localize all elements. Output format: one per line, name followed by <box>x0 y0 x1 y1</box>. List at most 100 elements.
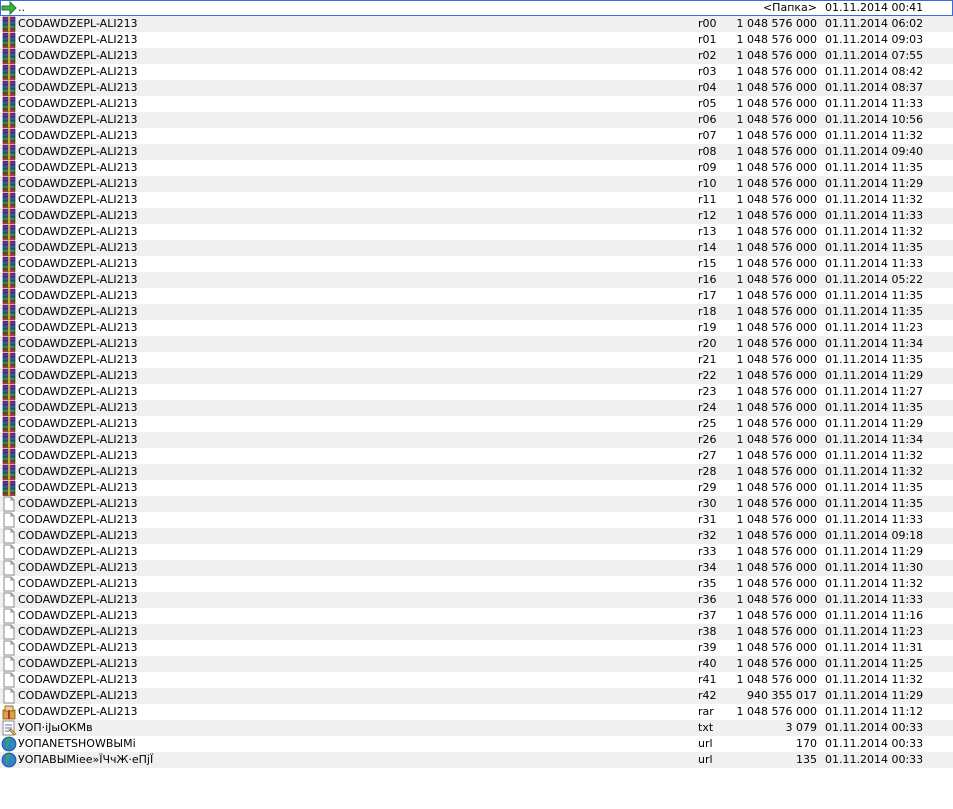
file-extension: rar <box>698 705 714 718</box>
file-row[interactable]: CODAWDZEPL-ALI213 r35 1 048 576 000 01.1… <box>0 576 953 592</box>
file-row[interactable]: CODAWDZEPL-ALI213 r05 1 048 576 000 01.1… <box>0 96 953 112</box>
globe-icon <box>1 736 17 752</box>
blank-file-icon <box>1 528 17 544</box>
file-extension: r07 <box>698 129 717 142</box>
file-date: 01.11.2014 11:35 <box>825 497 924 510</box>
file-list: .. <Папка> 01.11.2014 00:41 CODAWDZEPL-A… <box>0 0 953 768</box>
file-size: 1 048 576 000 <box>736 497 817 510</box>
file-row[interactable]: CODAWDZEPL-ALI213 r25 1 048 576 000 01.1… <box>0 416 953 432</box>
file-row[interactable]: CODAWDZEPL-ALI213 r19 1 048 576 000 01.1… <box>0 320 953 336</box>
file-row[interactable]: CODAWDZEPL-ALI213 r39 1 048 576 000 01.1… <box>0 640 953 656</box>
winrar-archive-icon <box>1 320 17 336</box>
file-extension: r22 <box>698 369 717 382</box>
file-name: CODAWDZEPL-ALI213 <box>18 625 138 638</box>
file-size: 1 048 576 000 <box>736 401 817 414</box>
file-row[interactable]: CODAWDZEPL-ALI213 r00 1 048 576 000 01.1… <box>0 16 953 32</box>
file-name: .. <box>18 1 25 14</box>
file-row[interactable]: CODAWDZEPL-ALI213 r20 1 048 576 000 01.1… <box>0 336 953 352</box>
file-size: 1 048 576 000 <box>736 385 817 398</box>
file-row[interactable]: CODAWDZEPL-ALI213 r41 1 048 576 000 01.1… <box>0 672 953 688</box>
file-name: CODAWDZEPL-ALI213 <box>18 609 138 622</box>
winrar-archive-icon <box>1 240 17 256</box>
file-size: 1 048 576 000 <box>736 225 817 238</box>
file-row[interactable]: CODAWDZEPL-ALI213 r37 1 048 576 000 01.1… <box>0 608 953 624</box>
file-row[interactable]: CODAWDZEPL-ALI213 r10 1 048 576 000 01.1… <box>0 176 953 192</box>
file-row[interactable]: CODAWDZEPL-ALI213 r34 1 048 576 000 01.1… <box>0 560 953 576</box>
winrar-archive-icon <box>1 432 17 448</box>
winrar-archive-icon <box>1 144 17 160</box>
file-row[interactable]: CODAWDZEPL-ALI213 r36 1 048 576 000 01.1… <box>0 592 953 608</box>
file-date: 01.11.2014 11:33 <box>825 513 924 526</box>
file-size: 1 048 576 000 <box>736 625 817 638</box>
file-name: CODAWDZEPL-ALI213 <box>18 49 138 62</box>
file-row[interactable]: CODAWDZEPL-ALI213 r42 940 355 017 01.11.… <box>0 688 953 704</box>
file-size: 1 048 576 000 <box>736 641 817 654</box>
file-extension: r39 <box>698 641 717 654</box>
file-row[interactable]: CODAWDZEPL-ALI213 r17 1 048 576 000 01.1… <box>0 288 953 304</box>
winrar-archive-icon <box>1 464 17 480</box>
file-row[interactable]: CODAWDZEPL-ALI213 r13 1 048 576 000 01.1… <box>0 224 953 240</box>
file-row[interactable]: УОПANETSHOWВЫМі url 170 01.11.2014 00:33 <box>0 736 953 752</box>
file-date: 01.11.2014 11:27 <box>825 385 924 398</box>
file-row[interactable]: CODAWDZEPL-ALI213 r03 1 048 576 000 01.1… <box>0 64 953 80</box>
file-extension: r14 <box>698 241 717 254</box>
file-date: 01.11.2014 00:33 <box>825 753 924 766</box>
file-name: CODAWDZEPL-ALI213 <box>18 177 138 190</box>
file-row[interactable]: CODAWDZEPL-ALI213 r11 1 048 576 000 01.1… <box>0 192 953 208</box>
file-date: 01.11.2014 11:16 <box>825 609 924 622</box>
file-name: CODAWDZEPL-ALI213 <box>18 113 138 126</box>
file-date: 01.11.2014 11:29 <box>825 369 924 382</box>
file-row[interactable]: CODAWDZEPL-ALI213 rar 1 048 576 000 01.1… <box>0 704 953 720</box>
file-date: 01.11.2014 11:12 <box>825 705 924 718</box>
file-date: 01.11.2014 00:41 <box>825 1 924 14</box>
file-row[interactable]: CODAWDZEPL-ALI213 r38 1 048 576 000 01.1… <box>0 624 953 640</box>
file-date: 01.11.2014 06:02 <box>825 17 924 30</box>
file-row[interactable]: CODAWDZEPL-ALI213 r09 1 048 576 000 01.1… <box>0 160 953 176</box>
winrar-archive-icon <box>1 272 17 288</box>
file-name: CODAWDZEPL-ALI213 <box>18 337 138 350</box>
file-size: 1 048 576 000 <box>736 33 817 46</box>
file-extension: r34 <box>698 561 717 574</box>
file-date: 01.11.2014 11:35 <box>825 289 924 302</box>
file-row[interactable]: CODAWDZEPL-ALI213 r26 1 048 576 000 01.1… <box>0 432 953 448</box>
file-extension: r32 <box>698 529 717 542</box>
file-row[interactable]: CODAWDZEPL-ALI213 r01 1 048 576 000 01.1… <box>0 32 953 48</box>
file-name: CODAWDZEPL-ALI213 <box>18 81 138 94</box>
file-row[interactable]: CODAWDZEPL-ALI213 r21 1 048 576 000 01.1… <box>0 352 953 368</box>
file-row[interactable]: CODAWDZEPL-ALI213 r08 1 048 576 000 01.1… <box>0 144 953 160</box>
file-row[interactable]: CODAWDZEPL-ALI213 r33 1 048 576 000 01.1… <box>0 544 953 560</box>
file-row[interactable]: CODAWDZEPL-ALI213 r16 1 048 576 000 01.1… <box>0 272 953 288</box>
file-row[interactable]: CODAWDZEPL-ALI213 r27 1 048 576 000 01.1… <box>0 448 953 464</box>
file-date: 01.11.2014 00:33 <box>825 737 924 750</box>
file-row[interactable]: CODAWDZEPL-ALI213 r14 1 048 576 000 01.1… <box>0 240 953 256</box>
file-row[interactable]: CODAWDZEPL-ALI213 r24 1 048 576 000 01.1… <box>0 400 953 416</box>
file-row[interactable]: CODAWDZEPL-ALI213 r23 1 048 576 000 01.1… <box>0 384 953 400</box>
file-row[interactable]: CODAWDZEPL-ALI213 r06 1 048 576 000 01.1… <box>0 112 953 128</box>
file-row[interactable]: CODAWDZEPL-ALI213 r07 1 048 576 000 01.1… <box>0 128 953 144</box>
file-row[interactable]: УОП·іЈыОКМв txt 3 079 01.11.2014 00:33 <box>0 720 953 736</box>
file-row[interactable]: CODAWDZEPL-ALI213 r40 1 048 576 000 01.1… <box>0 656 953 672</box>
file-name: CODAWDZEPL-ALI213 <box>18 657 138 670</box>
blank-file-icon <box>1 656 17 672</box>
file-row[interactable]: УОПАВЫМіее»ЇЧчЖ·еПјЇ url 135 01.11.2014 … <box>0 752 953 768</box>
file-row[interactable]: CODAWDZEPL-ALI213 r28 1 048 576 000 01.1… <box>0 464 953 480</box>
file-name: CODAWDZEPL-ALI213 <box>18 513 138 526</box>
file-row[interactable]: CODAWDZEPL-ALI213 r32 1 048 576 000 01.1… <box>0 528 953 544</box>
file-extension: r30 <box>698 497 717 510</box>
file-row[interactable]: CODAWDZEPL-ALI213 r15 1 048 576 000 01.1… <box>0 256 953 272</box>
winrar-archive-icon <box>1 208 17 224</box>
file-size: 1 048 576 000 <box>736 193 817 206</box>
file-row[interactable]: CODAWDZEPL-ALI213 r30 1 048 576 000 01.1… <box>0 496 953 512</box>
file-date: 01.11.2014 11:32 <box>825 449 924 462</box>
file-row[interactable]: CODAWDZEPL-ALI213 r22 1 048 576 000 01.1… <box>0 368 953 384</box>
file-row[interactable]: .. <Папка> 01.11.2014 00:41 <box>0 0 953 16</box>
file-row[interactable]: CODAWDZEPL-ALI213 r29 1 048 576 000 01.1… <box>0 480 953 496</box>
file-size: 1 048 576 000 <box>736 481 817 494</box>
file-row[interactable]: CODAWDZEPL-ALI213 r02 1 048 576 000 01.1… <box>0 48 953 64</box>
file-row[interactable]: CODAWDZEPL-ALI213 r04 1 048 576 000 01.1… <box>0 80 953 96</box>
up-arrow-icon <box>1 0 17 16</box>
file-row[interactable]: CODAWDZEPL-ALI213 r31 1 048 576 000 01.1… <box>0 512 953 528</box>
file-row[interactable]: CODAWDZEPL-ALI213 r18 1 048 576 000 01.1… <box>0 304 953 320</box>
file-extension: r01 <box>698 33 717 46</box>
file-row[interactable]: CODAWDZEPL-ALI213 r12 1 048 576 000 01.1… <box>0 208 953 224</box>
